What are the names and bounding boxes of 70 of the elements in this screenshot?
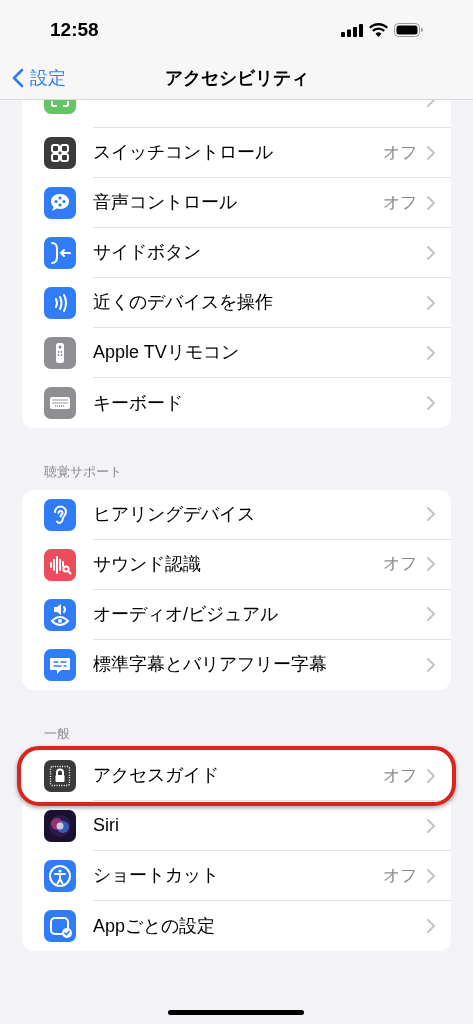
chevron-icon: [427, 657, 435, 672]
signal-icon: [341, 23, 363, 37]
battery-icon: [394, 23, 423, 37]
speech-bubble-icon: [44, 187, 76, 219]
section-header: 聴覚サポート: [43, 463, 123, 481]
row-value: オフ: [383, 864, 417, 887]
lock-icon: [44, 760, 76, 792]
chevron-icon: [427, 818, 435, 833]
row-value: オフ: [383, 764, 417, 787]
settings-row[interactable]: 標準字幕とバリアフリー字幕: [22, 639, 451, 690]
row-label: サウンド認識: [93, 552, 202, 576]
keyboard-icon: [44, 387, 76, 419]
row-label: オーディオ/ビジュアル: [93, 602, 279, 626]
person-icon: [44, 860, 76, 892]
row-value: オフ: [383, 141, 417, 164]
row-label: キーボード: [93, 391, 184, 415]
chevron-icon: [427, 768, 435, 783]
caption-icon: [44, 648, 76, 681]
chevron-icon: [427, 507, 435, 521]
back-chevron-icon: [12, 68, 24, 88]
clock: 12:58: [50, 17, 99, 42]
chevron-icon: [427, 868, 435, 883]
settings-row[interactable]: Apple TVリモコン: [22, 328, 451, 378]
settings-row[interactable]: アクセスガイド オフ: [22, 751, 451, 801]
chevron-icon: [427, 100, 435, 107]
chevron-icon: [427, 607, 435, 621]
row-label: Siri: [93, 814, 120, 837]
settings-row[interactable]: サイドボタン: [22, 228, 451, 278]
row-label: 近くのデバイスを操作: [93, 291, 274, 314]
chevron-icon: [427, 345, 435, 360]
row-label: Apple TVリモコン: [93, 341, 240, 364]
settings-row[interactable]: ショートカット オフ: [22, 851, 451, 901]
row-label: Appごとの設定: [93, 914, 217, 938]
waveform-icon: [44, 548, 76, 581]
settings-row[interactable]: オーディオ/ビジュアル: [22, 589, 451, 640]
app-check-icon: [44, 910, 76, 942]
row-value: オフ: [383, 191, 417, 214]
chevron-icon: [427, 396, 435, 410]
chevron-icon: [427, 195, 435, 210]
chevron-icon: [427, 245, 435, 260]
nav-title: アクセシビリティ: [164, 66, 309, 90]
ear-icon: [44, 498, 76, 531]
wifi-icon: [369, 23, 388, 37]
row-label: 音声コントロール: [93, 191, 238, 214]
waves-icon: [44, 287, 76, 319]
settings-row[interactable]: スイッチコントロール オフ: [22, 128, 451, 178]
chevron-icon: [427, 295, 435, 310]
settings-row[interactable]: Siri: [22, 801, 451, 851]
remote-icon: [44, 337, 76, 369]
chevron-icon: [427, 557, 435, 571]
grid-icon: [44, 137, 76, 169]
row-value: オフ: [383, 553, 417, 576]
settings-row[interactable]: ヒアリングデバイス: [22, 489, 451, 540]
chevron-icon: [427, 919, 435, 933]
back-button[interactable]: 設定: [12, 64, 66, 92]
row-label: サイドボタン: [93, 241, 202, 264]
row-label: ヒアリングデバイス: [93, 502, 256, 526]
settings-row[interactable]: キーボード: [22, 378, 451, 428]
settings-row[interactable]: 近くのデバイスを操作: [22, 278, 451, 328]
settings-row[interactable]: 音声コントロール オフ: [22, 178, 451, 228]
chevron-icon: [427, 145, 435, 160]
row-label: 標準字幕とバリアフリー字幕: [93, 653, 328, 676]
row-label: ショートカット: [93, 864, 220, 887]
settings-row[interactable]: Appごとの設定: [22, 901, 451, 951]
row-label: アクセスガイド: [93, 764, 220, 787]
settings-row[interactable]: サウンド認識 オフ: [22, 539, 451, 590]
row-label: スイッチコントロール: [93, 141, 274, 164]
section-header: 一般: [43, 724, 71, 743]
orb-icon: [44, 810, 76, 842]
speaker-eye-icon: [44, 598, 76, 631]
